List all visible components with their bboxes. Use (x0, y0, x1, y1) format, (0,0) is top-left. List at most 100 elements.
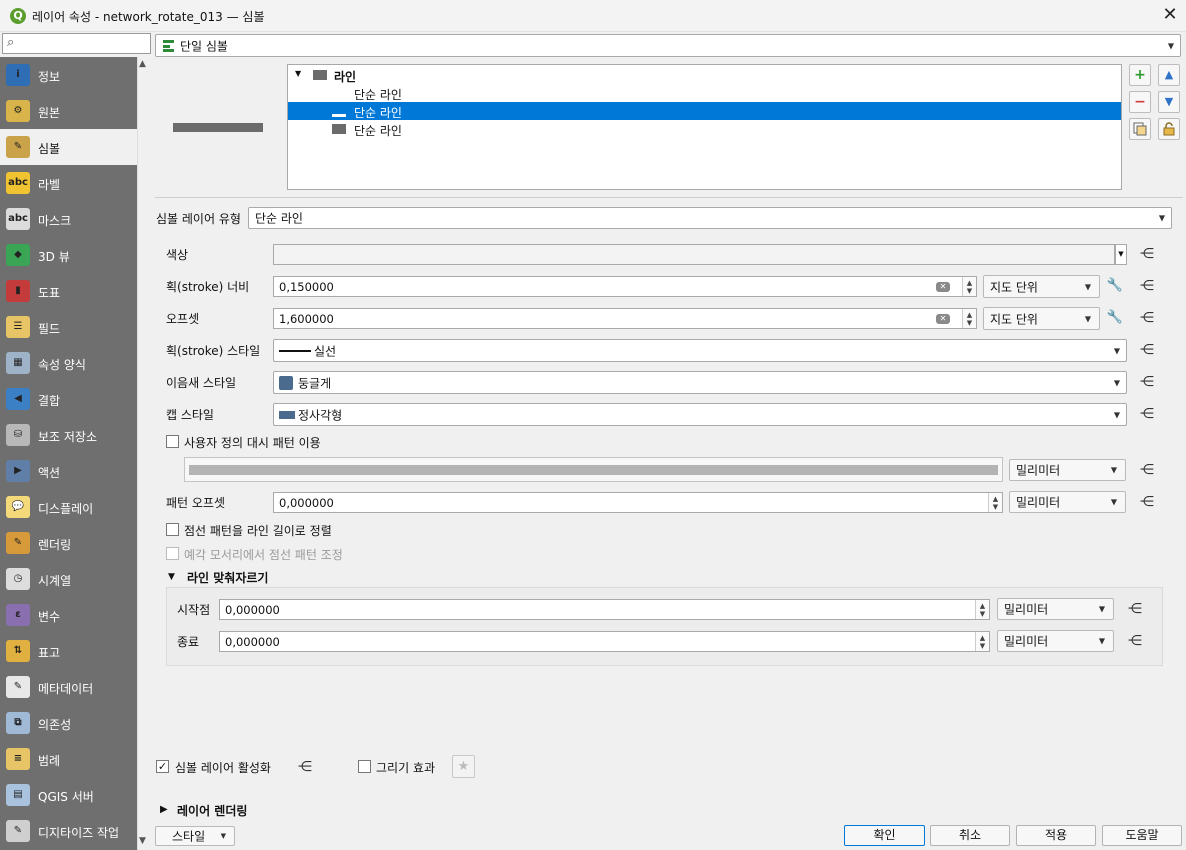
sidebar-item-label: 메타데이터 (38, 682, 94, 696)
sidebar-item-2[interactable]: ⚙ 원본 (0, 93, 137, 129)
cap-style-combo[interactable]: 정사각형 ▼ (273, 403, 1127, 426)
sidebar-item-22[interactable]: ✎ 디지타이즈 작업 (0, 813, 137, 849)
sidebar-item-21[interactable]: ▤ QGIS 서버 (0, 777, 137, 813)
draw-effects-checkbox[interactable] (358, 760, 371, 773)
spinbox-arrows-icon[interactable]: ▲ ▼ (962, 309, 976, 328)
data-defined-override-icon[interactable]: ⋲ (1136, 492, 1158, 512)
info-icon: i (6, 64, 30, 86)
move-down-button[interactable]: ▼ (1158, 91, 1180, 113)
color-button[interactable] (273, 244, 1115, 265)
collapse-arrow-icon[interactable]: ▼ (168, 572, 175, 582)
custom-dash-checkbox[interactable] (166, 435, 179, 448)
joins-icon: ◀ (6, 388, 30, 410)
sidebar-item-10[interactable]: ◀ 결합 (0, 381, 137, 417)
symbol-tree[interactable]: ▼ 라인 단순 라인 단순 라인 단순 라인 (287, 64, 1122, 190)
clear-icon[interactable]: ✕ (936, 282, 950, 292)
data-defined-override-icon[interactable]: ⋲ (1136, 244, 1158, 264)
trim-group-title[interactable]: 라인 맞춰자르기 (187, 569, 268, 586)
join-style-combo[interactable]: 둥글게 ▼ (273, 371, 1127, 394)
scroll-up-icon[interactable]: ▲ (139, 59, 146, 69)
wrench-icon[interactable]: 🔧 (1106, 309, 1124, 327)
cancel-button[interactable]: 취소 (930, 825, 1010, 846)
tree-row-root[interactable]: ▼ 라인 (288, 66, 1121, 84)
sidebar-item-11[interactable]: ⛁ 보조 저장소 (0, 417, 137, 453)
tweak-dash-checkbox[interactable] (166, 547, 179, 560)
stroke-style-combo[interactable]: 실선 ▼ (273, 339, 1127, 362)
wrench-icon[interactable]: 🔧 (1106, 277, 1124, 295)
data-defined-override-icon[interactable]: ⋲ (1136, 340, 1158, 360)
stroke-width-input[interactable]: 0,150000 ✕ ▲ ▼ (273, 276, 977, 297)
sidebar-item-17[interactable]: ⇅ 표고 (0, 633, 137, 669)
sidebar-item-4[interactable]: abc 라벨 (0, 165, 137, 201)
enable-layer-checkbox[interactable]: ✓ (156, 760, 169, 773)
style-menu-button[interactable]: 스타일 ▼ (155, 826, 235, 846)
dash-unit-combo[interactable]: 밀리미터 ▼ (1009, 459, 1126, 481)
renderer-combo[interactable]: 단일 심볼 ▼ (155, 34, 1181, 57)
sidebar-item-19[interactable]: ⧉ 의존성 (0, 705, 137, 741)
apply-button[interactable]: 적용 (1016, 825, 1096, 846)
stroke-width-unit-combo[interactable]: 지도 단위 ▼ (983, 275, 1100, 298)
source-icon: ⚙ (6, 100, 30, 122)
sidebar-item-9[interactable]: ▦ 속성 양식 (0, 345, 137, 381)
close-button[interactable]: ✕ (1158, 4, 1182, 28)
dash-pattern-button[interactable] (184, 457, 1003, 482)
chevron-down-icon: ▼ (1098, 604, 1105, 614)
sidebar-item-1[interactable]: i 정보 (0, 57, 137, 93)
sidebar-item-12[interactable]: ▶ 액션 (0, 453, 137, 489)
sidebar-scrollbar[interactable] (137, 57, 151, 850)
scroll-down-icon[interactable]: ▼ (139, 836, 146, 846)
lock-layer-button[interactable] (1158, 118, 1180, 140)
trim-end-unit-combo[interactable]: 밀리미터 ▼ (997, 630, 1114, 652)
remove-layer-button[interactable]: − (1129, 91, 1151, 113)
sidebar-item-6[interactable]: ◆ 3D 뷰 (0, 237, 137, 273)
effects-star-icon[interactable]: ★ (452, 755, 475, 778)
tree-row-layer-3[interactable]: 단순 라인 (288, 120, 1121, 138)
spinbox-arrows-icon[interactable]: ▲ ▼ (962, 277, 976, 296)
search-input[interactable] (2, 33, 151, 54)
trim-start-unit-combo[interactable]: 밀리미터 ▼ (997, 598, 1114, 620)
sidebar-item-15[interactable]: ◷ 시계열 (0, 561, 137, 597)
spinbox-arrows-icon[interactable]: ▲ ▼ (988, 493, 1002, 512)
sidebar-item-8[interactable]: ☰ 필드 (0, 309, 137, 345)
data-defined-override-icon[interactable]: ⋲ (1136, 372, 1158, 392)
align-dash-checkbox[interactable] (166, 523, 179, 536)
data-defined-override-icon[interactable]: ⋲ (1136, 308, 1158, 328)
data-defined-override-icon[interactable]: ⋲ (1136, 404, 1158, 424)
tree-row-layer-2[interactable]: 단순 라인 (288, 102, 1121, 120)
square-cap-icon (279, 411, 295, 419)
sidebar-item-14[interactable]: ✎ 렌더링 (0, 525, 137, 561)
help-button[interactable]: 도움말 (1102, 825, 1182, 846)
expand-arrow-icon[interactable]: ▶ (160, 804, 168, 815)
trim-end-input[interactable]: 0,000000 ▲ ▼ (219, 631, 990, 652)
sidebar-item-16[interactable]: ε 변수 (0, 597, 137, 633)
sidebar-item-5[interactable]: abc 마스크 (0, 201, 137, 237)
offset-input[interactable]: 1,600000 ✕ ▲ ▼ (273, 308, 977, 329)
pattern-offset-unit-combo[interactable]: 밀리미터 ▼ (1009, 491, 1126, 513)
offset-unit-combo[interactable]: 지도 단위 ▼ (983, 307, 1100, 330)
sidebar-item-20[interactable]: ≡ 범례 (0, 741, 137, 777)
clear-icon[interactable]: ✕ (936, 314, 950, 324)
tree-row-layer-1[interactable]: 단순 라인 (288, 84, 1121, 102)
spinbox-arrows-icon[interactable]: ▲ ▼ (975, 600, 989, 619)
sidebar-item-18[interactable]: ✎ 메타데이터 (0, 669, 137, 705)
sidebar-item-3[interactable]: ✎ 심볼 (0, 129, 137, 165)
data-defined-override-icon[interactable]: ⋲ (294, 757, 316, 777)
data-defined-override-icon[interactable]: ⋲ (1124, 631, 1146, 651)
duplicate-layer-button[interactable] (1129, 118, 1151, 140)
ok-button[interactable]: 확인 (844, 825, 925, 846)
sidebar-item-7[interactable]: ▮ 도표 (0, 273, 137, 309)
pattern-offset-input[interactable]: 0,000000 ▲ ▼ (273, 492, 1003, 513)
data-defined-override-icon[interactable]: ⋲ (1136, 460, 1158, 480)
data-defined-override-icon[interactable]: ⋲ (1124, 599, 1146, 619)
symbol-layer-type-combo[interactable]: 단순 라인 ▼ (248, 207, 1172, 229)
color-dropdown-icon[interactable]: ▼ (1115, 244, 1127, 265)
trim-start-input[interactable]: 0,000000 ▲ ▼ (219, 599, 990, 620)
cap-style-value: 정사각형 (298, 408, 343, 422)
expand-arrow-icon[interactable]: ▼ (295, 69, 301, 78)
data-defined-override-icon[interactable]: ⋲ (1136, 276, 1158, 296)
spinbox-arrows-icon[interactable]: ▲ ▼ (975, 632, 989, 651)
sidebar-item-13[interactable]: 💬 디스플레이 (0, 489, 137, 525)
add-layer-button[interactable]: + (1129, 64, 1151, 86)
move-up-button[interactable]: ▲ (1158, 64, 1180, 86)
layer-rendering-title[interactable]: 레이어 렌더링 (177, 802, 247, 819)
